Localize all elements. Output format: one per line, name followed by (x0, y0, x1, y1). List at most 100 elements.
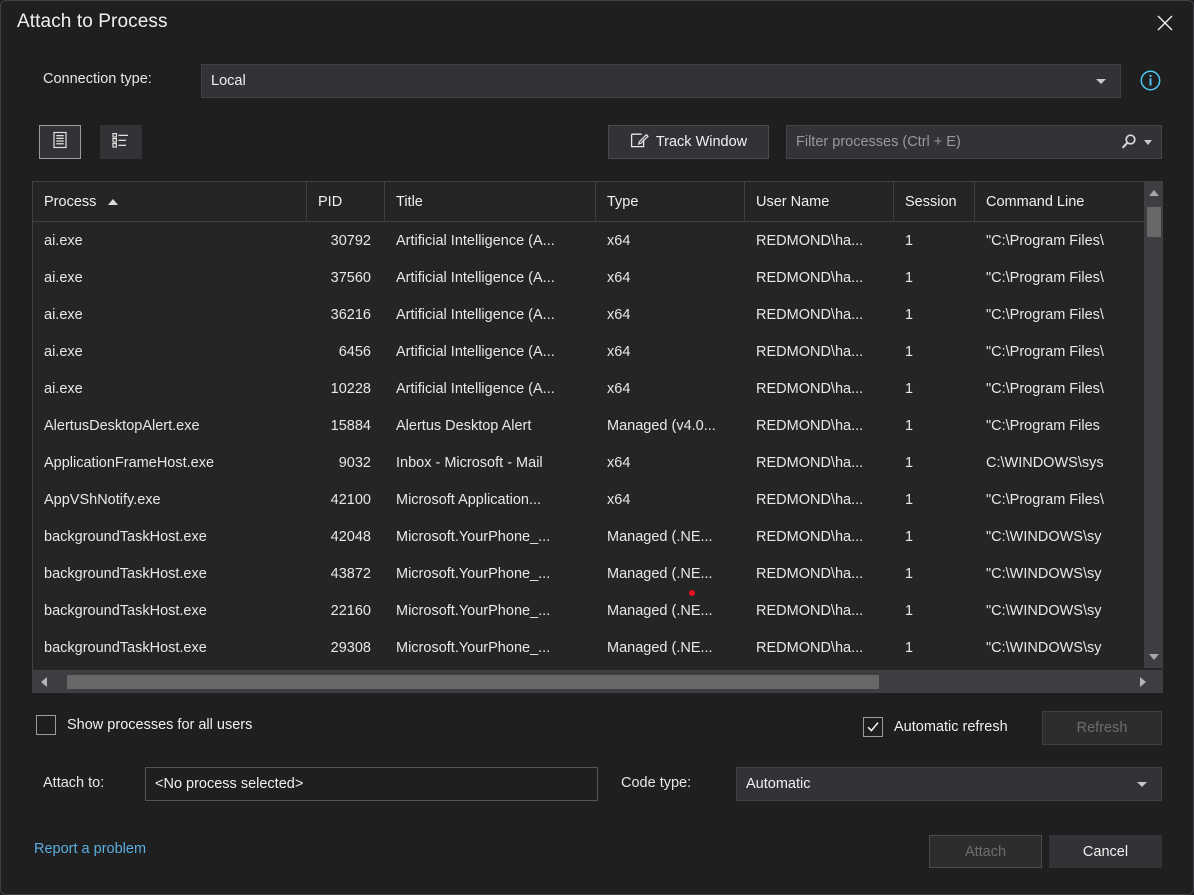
column-header-user-name[interactable]: User Name (745, 182, 894, 221)
cell-user: REDMOND\ha... (756, 380, 864, 397)
table-row[interactable]: ApplicationFrameHost.exe 9032 Inbox - Micr… (33, 444, 1144, 481)
column-header-label: Session (905, 193, 957, 210)
refresh-button[interactable]: Refresh (1042, 711, 1162, 745)
cell-title: Artificial Intelligence (A... (396, 306, 555, 323)
cell-session: 1 (905, 528, 914, 545)
cell-session: 1 (905, 602, 914, 619)
table-row[interactable]: backgroundTaskHost.exe 29308 Microsoft.You… (33, 629, 1144, 666)
report-a-problem-link[interactable]: Report a problem (34, 841, 146, 857)
scroll-down-button[interactable] (1145, 648, 1163, 666)
scroll-right-button[interactable] (1134, 671, 1152, 692)
cell-user: REDMOND\ha... (756, 528, 864, 545)
attach-to-input[interactable]: <No process selected> (145, 767, 598, 801)
column-header-pid[interactable]: PID (307, 182, 385, 221)
cell-cmdline: "C:\Program Files\ (986, 232, 1104, 249)
column-header-type[interactable]: Type (596, 182, 745, 221)
cell-process: ai.exe (44, 343, 83, 360)
filter-processes-input[interactable]: Filter processes (Ctrl + E) (786, 125, 1162, 159)
cell-pid: 9032 (338, 454, 371, 471)
search-icon[interactable] (1119, 132, 1139, 152)
cell-session: 1 (905, 565, 914, 582)
cell-type: x64 (607, 343, 631, 360)
cell-user: REDMOND\ha... (756, 306, 864, 323)
cell-pid: 15884 (330, 417, 371, 434)
cell-type: x64 (607, 269, 631, 286)
close-button[interactable] (1143, 5, 1187, 41)
cell-cmdline: "C:\Program Files\ (986, 491, 1104, 508)
list-detail-view-icon (51, 131, 69, 154)
cell-process: ai.exe (44, 380, 83, 397)
table-row[interactable]: backgroundTaskHost.exe 42048 Microsoft.You… (33, 518, 1144, 555)
close-icon (1156, 14, 1174, 32)
cell-type: x64 (607, 232, 631, 249)
table-row[interactable]: ai.exe 6456 Artificial Intelligence (A... x… (33, 333, 1144, 370)
cell-cmdline: "C:\WINDOWS\sy (986, 565, 1102, 582)
table-row[interactable]: ai.exe 36216 Artificial Intelligence (A...… (33, 296, 1144, 333)
grid-header-row: Process PID Title Type User Name Session Comma… (33, 182, 1162, 222)
table-row[interactable]: AppVShNotify.exe 42100 Microsoft Applicati… (33, 481, 1144, 518)
table-row[interactable]: backgroundTaskHost.exe 22160 Microsoft.You… (33, 592, 1144, 629)
column-header-label: Command Line (986, 193, 1085, 210)
scroll-up-button[interactable] (1145, 184, 1163, 202)
tree-view-icon (111, 131, 131, 154)
track-window-button[interactable]: Track Window (608, 125, 769, 159)
horizontal-scrollbar-thumb[interactable] (67, 675, 879, 689)
cancel-button[interactable]: Cancel (1049, 835, 1162, 868)
column-header-title[interactable]: Title (385, 182, 596, 221)
cell-user: REDMOND\ha... (756, 639, 864, 656)
cell-pid: 22160 (330, 602, 371, 619)
table-row[interactable]: backgroundTaskHost.exe 43872 Microsoft.You… (33, 555, 1144, 592)
view-mode-tree-button[interactable] (100, 125, 142, 159)
cursor-position-indicator (689, 590, 695, 596)
attach-button[interactable]: Attach (929, 835, 1042, 868)
cell-process: ai.exe (44, 232, 83, 249)
table-row[interactable]: ai.exe 30792 Artificial Intelligence (A...… (33, 222, 1144, 259)
cell-user: REDMOND\ha... (756, 565, 864, 582)
chevron-right-icon (1140, 676, 1146, 687)
cell-cmdline: "C:\Program Files\ (986, 269, 1104, 286)
cell-pid: 37560 (330, 269, 371, 286)
table-row[interactable]: ai.exe 37560 Artificial Intelligence (A...… (33, 259, 1144, 296)
chevron-left-icon (41, 676, 47, 687)
column-header-label: Type (607, 193, 639, 210)
cell-pid: 6456 (338, 343, 371, 360)
cell-cmdline: "C:\WINDOWS\sy (986, 602, 1102, 619)
column-header-session[interactable]: Session (894, 182, 975, 221)
cell-cmdline: "C:\Program Files\ (986, 343, 1104, 360)
info-icon[interactable] (1140, 70, 1161, 91)
table-row[interactable]: AlertusDesktopAlert.exe 15884 Alertus Desk… (33, 407, 1144, 444)
cell-session: 1 (905, 306, 914, 323)
cell-type: Managed (.NE... (607, 639, 713, 656)
code-type-combobox[interactable]: Automatic (736, 767, 1162, 801)
cell-user: REDMOND\ha... (756, 232, 864, 249)
cell-title: Artificial Intelligence (A... (396, 269, 555, 286)
cell-type: x64 (607, 454, 631, 471)
connection-type-combobox[interactable]: Local (201, 64, 1121, 98)
chevron-down-icon (1149, 654, 1159, 660)
horizontal-scrollbar[interactable] (33, 670, 1162, 692)
vertical-scrollbar[interactable] (1144, 182, 1162, 668)
chevron-down-icon (1137, 781, 1147, 787)
column-header-process[interactable]: Process (33, 182, 307, 221)
show-all-users-checkbox[interactable]: Show processes for all users (36, 715, 252, 735)
filter-placeholder: Filter processes (Ctrl + E) (796, 134, 961, 150)
cell-process: AlertusDesktopAlert.exe (44, 417, 200, 434)
scroll-left-button[interactable] (35, 671, 53, 692)
table-row[interactable]: ai.exe 10228 Artificial Intelligence (A...… (33, 370, 1144, 407)
cell-process: backgroundTaskHost.exe (44, 639, 207, 656)
cell-process: ai.exe (44, 269, 83, 286)
cell-process: backgroundTaskHost.exe (44, 528, 207, 545)
vertical-scrollbar-thumb[interactable] (1147, 207, 1161, 237)
column-header-command-line[interactable]: Command Line (975, 182, 1162, 221)
automatic-refresh-checkbox[interactable]: Automatic refresh (863, 717, 1008, 737)
chevron-down-icon[interactable] (1144, 139, 1152, 145)
view-mode-list-button[interactable] (39, 125, 81, 159)
cell-user: REDMOND\ha... (756, 417, 864, 434)
track-window-label: Track Window (655, 134, 748, 150)
checkbox-box (863, 717, 883, 737)
cell-pid: 42100 (330, 491, 371, 508)
connection-type-value: Local (211, 73, 246, 89)
sort-ascending-icon (108, 198, 119, 205)
cell-pid: 36216 (330, 306, 371, 323)
cell-process: ai.exe (44, 306, 83, 323)
